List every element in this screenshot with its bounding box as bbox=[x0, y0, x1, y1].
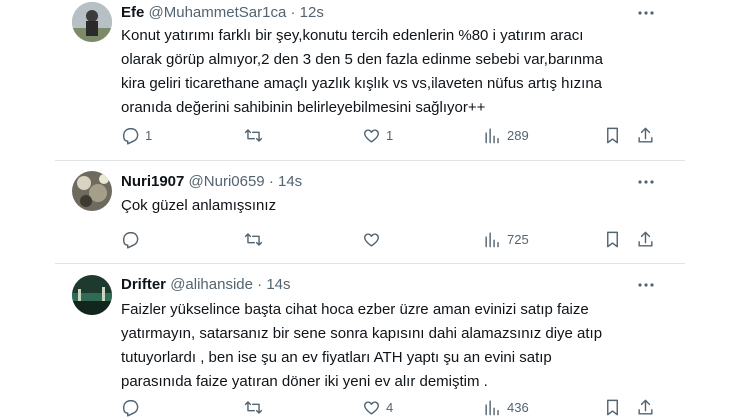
tweet-text: Konut yatırımı farklı bir şey,konutu ter… bbox=[121, 24, 641, 120]
action-bar: 1 1 289 bbox=[0, 123, 730, 147]
reply-icon bbox=[123, 127, 139, 145]
share-icon bbox=[638, 399, 653, 415]
views-button[interactable]: 436 bbox=[483, 395, 529, 419]
action-bar: 4 436 bbox=[0, 395, 730, 419]
retweet-icon bbox=[244, 232, 263, 246]
avatar[interactable] bbox=[72, 2, 112, 42]
retweet-button[interactable] bbox=[244, 395, 268, 419]
reply-button[interactable] bbox=[121, 395, 145, 419]
retweet-icon bbox=[244, 400, 263, 414]
views-button[interactable]: 289 bbox=[483, 123, 529, 147]
author-handle[interactable]: @MuhammetSar1ca bbox=[149, 4, 287, 21]
avatar[interactable] bbox=[72, 275, 112, 315]
retweet-button[interactable] bbox=[244, 123, 268, 147]
bookmark-button[interactable] bbox=[603, 123, 622, 147]
author-name[interactable]: Efe bbox=[121, 4, 144, 21]
views-count: 725 bbox=[507, 231, 529, 247]
more-icon[interactable] bbox=[636, 3, 656, 23]
retweet-button[interactable] bbox=[244, 227, 268, 251]
author-name[interactable]: Drifter bbox=[121, 276, 166, 293]
timestamp[interactable]: 14s bbox=[278, 173, 302, 190]
retweet-icon bbox=[244, 128, 263, 142]
author-handle[interactable]: @Nuri0659 bbox=[189, 173, 265, 190]
tweet-text: Çok güzel anlamışsınız bbox=[121, 194, 641, 218]
like-button[interactable]: 1 bbox=[362, 123, 393, 147]
like-count: 1 bbox=[386, 127, 394, 143]
heart-icon bbox=[364, 128, 379, 143]
views-icon bbox=[485, 231, 499, 247]
like-button[interactable] bbox=[362, 227, 386, 251]
tweet-text-line: olarak görüp almıyor,2 den 3 den 5 den f… bbox=[121, 51, 603, 68]
share-icon bbox=[638, 127, 653, 143]
tweet-1[interactable]: Efe @MuhammetSar1ca · 12s Konut yatırımı… bbox=[0, 0, 730, 160]
tweet-text-line: Faizler yükselince başta cihat hoca ezbe… bbox=[121, 301, 589, 318]
bookmark-icon bbox=[607, 399, 618, 415]
tweet-text-line: parasınıda faize yatıran döner iki yeni … bbox=[121, 373, 488, 390]
tweet-text-line: yatırmayın, satarsanız bir sene sonra ka… bbox=[121, 325, 603, 342]
author-name[interactable]: Nuri1907 bbox=[121, 173, 184, 190]
tweet-header: Efe @MuhammetSar1ca · 12s bbox=[121, 3, 324, 23]
share-button[interactable] bbox=[636, 227, 655, 251]
author-handle[interactable]: @alihanside bbox=[170, 276, 253, 293]
tweet-header: Nuri1907 @Nuri0659 · 14s bbox=[121, 172, 302, 192]
bookmark-button[interactable] bbox=[603, 227, 622, 251]
views-icon bbox=[485, 127, 499, 143]
bookmark-button[interactable] bbox=[603, 395, 622, 419]
tweet-text-line: tutuyorlardı , ben ise şu an ev fiyatlar… bbox=[121, 349, 552, 366]
bookmark-icon bbox=[607, 127, 618, 143]
share-icon bbox=[638, 231, 653, 247]
timestamp[interactable]: 14s bbox=[266, 276, 290, 293]
tweet-header: Drifter @alihanside · 14s bbox=[121, 275, 291, 295]
reply-button[interactable] bbox=[121, 227, 145, 251]
heart-icon bbox=[364, 232, 379, 247]
tweet-text-line: kira geliri ticarethane amaçlı yazlık kı… bbox=[121, 75, 603, 92]
tweet-text-line: Konut yatırımı farklı bir şey,konutu ter… bbox=[121, 27, 584, 44]
reply-button[interactable]: 1 bbox=[121, 123, 152, 147]
avatar[interactable] bbox=[72, 171, 112, 211]
reply-icon bbox=[123, 231, 139, 249]
tweet-3[interactable]: Drifter @alihanside · 14s Faizler yüksel… bbox=[0, 264, 730, 420]
like-button[interactable]: 4 bbox=[362, 395, 393, 419]
views-icon bbox=[485, 399, 499, 415]
separator-dot: · bbox=[290, 4, 296, 21]
like-count: 4 bbox=[386, 399, 394, 415]
reply-icon bbox=[123, 399, 139, 417]
bookmark-icon bbox=[607, 231, 618, 247]
tweet-2[interactable]: Nuri1907 @Nuri0659 · 14s Çok güzel anlam… bbox=[0, 161, 730, 263]
separator-dot: · bbox=[257, 276, 263, 293]
heart-icon bbox=[364, 400, 379, 415]
tweet-text-line: oranıda değerini sahibinin belirleyebilm… bbox=[121, 99, 486, 116]
tweet-text-line: Çok güzel anlamışsınız bbox=[121, 197, 277, 214]
more-icon[interactable] bbox=[636, 275, 656, 295]
more-icon[interactable] bbox=[636, 172, 656, 192]
reply-count: 1 bbox=[145, 127, 153, 143]
action-bar: 725 bbox=[0, 227, 730, 251]
views-button[interactable]: 725 bbox=[483, 227, 529, 251]
views-count: 289 bbox=[507, 127, 529, 143]
share-button[interactable] bbox=[636, 123, 655, 147]
views-count: 436 bbox=[507, 399, 529, 415]
separator-dot: · bbox=[268, 173, 274, 190]
tweet-text: Faizler yükselince başta cihat hoca ezbe… bbox=[121, 298, 641, 394]
share-button[interactable] bbox=[636, 395, 655, 419]
timestamp[interactable]: 12s bbox=[300, 4, 324, 21]
